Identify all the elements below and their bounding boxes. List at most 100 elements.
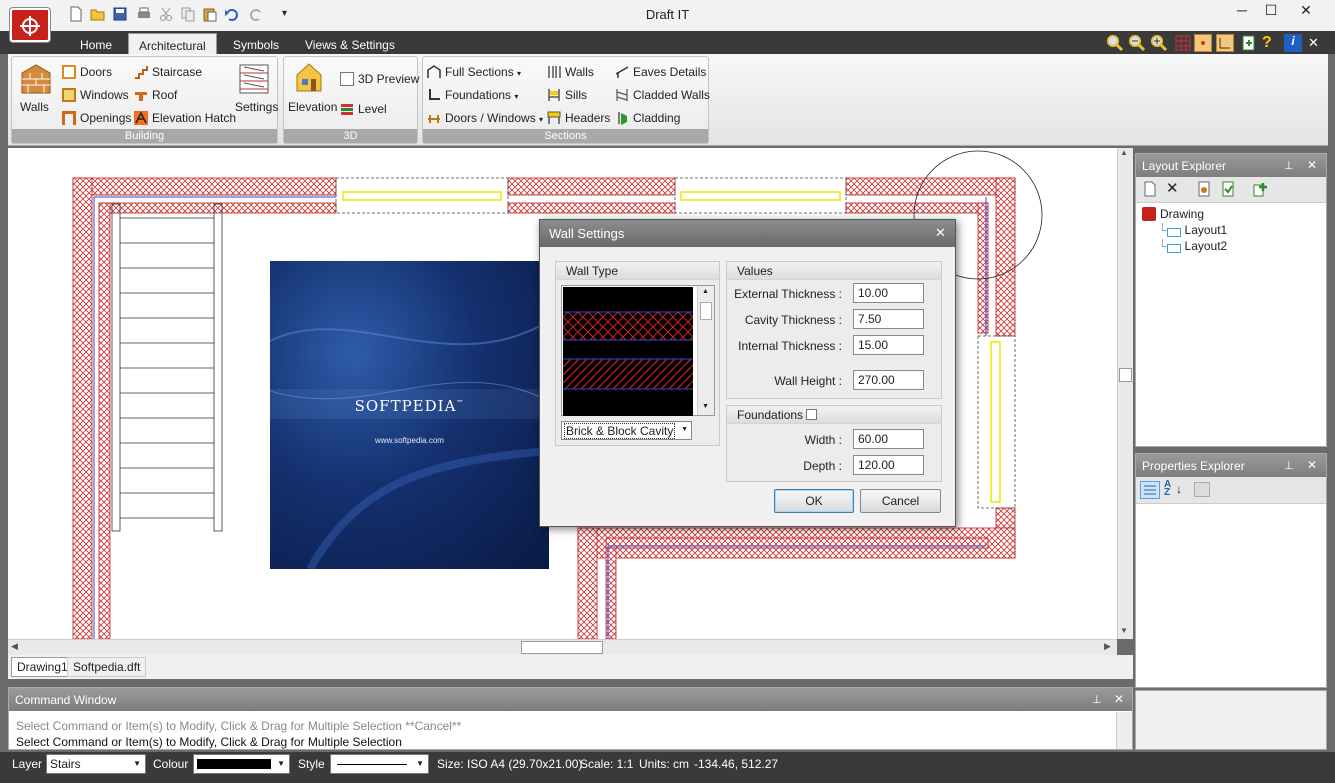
tree-item-layout2[interactable]: └ Layout2 [1158,239,1227,253]
level-button[interactable]: Level [340,102,387,116]
sort-alphabetical-icon[interactable]: AZ [1164,480,1171,498]
level-icon [340,102,354,116]
scroll-up-icon: ▲ [702,288,709,295]
close-button[interactable]: ✕ [1291,2,1321,22]
save-icon[interactable] [112,6,130,24]
external-thickness-field[interactable]: 10.00 [853,283,924,303]
horizontal-scrollbar[interactable]: ◀ ▶ [8,639,1117,655]
close-icon[interactable]: ✕ [1307,458,1317,472]
new-layout-icon[interactable] [1142,181,1158,200]
close-ribbon-icon[interactable]: ✕ [1308,35,1326,53]
scale-text: Scale: 1:1 [580,757,634,771]
command-prompt-line[interactable]: Select Command or Item(s) to Modify, Cli… [16,735,402,749]
openings-button[interactable]: Openings [62,111,131,125]
new-icon[interactable] [68,6,86,24]
tab-home[interactable]: Home [70,33,122,54]
close-icon[interactable]: ✕ [1307,158,1317,172]
elevation-hatch-button[interactable]: Elevation Hatch [134,111,236,125]
roof-button[interactable]: Roof [134,88,177,102]
layer-select[interactable]: Stairs ▼ [46,754,146,774]
external-thickness-label: External Thickness : [734,287,842,301]
snap-icon[interactable] [1194,34,1212,52]
depth-field[interactable]: 120.00 [853,455,924,475]
maximize-button[interactable]: ☐ [1256,2,1286,22]
add-layout-icon[interactable] [1252,181,1268,200]
doc-tab-softpedia[interactable]: Softpedia.dft [67,657,147,677]
paste-icon[interactable] [202,6,220,24]
pin-icon[interactable]: ⊥ [1284,459,1294,472]
tree-item-layout1[interactable]: └ Layout1 [1158,223,1227,237]
tab-architectural[interactable]: Architectural [128,33,217,54]
zoom-extents-icon[interactable] [1106,34,1124,52]
minimize-button[interactable]: ─ [1227,2,1257,22]
export-icon[interactable] [1240,34,1258,52]
copy-layout-icon[interactable] [1220,181,1236,200]
grid-icon[interactable] [1174,34,1192,52]
ortho-icon[interactable] [1216,34,1234,52]
sills-button[interactable]: Sills [547,88,587,102]
customize-icon[interactable]: ▾ [282,8,300,26]
windows-button[interactable]: Windows [62,88,129,102]
staircase-button[interactable]: Staircase [134,65,202,79]
cladding-button[interactable]: Cladding [615,111,680,125]
foundations-legend: Foundations [727,406,941,424]
wall-type-select[interactable]: Brick & Block Cavity ▼ [561,421,692,440]
cladded-walls-button[interactable]: Cladded Walls [615,88,710,102]
cavity-thickness-field[interactable]: 7.50 [853,309,924,329]
command-scrollbar[interactable] [1116,712,1132,749]
tree-root-drawing[interactable]: Drawing [1142,207,1204,221]
pin-icon[interactable]: ⊥ [1284,159,1294,172]
redo-icon[interactable] [248,6,266,24]
dialog-close-icon[interactable]: ✕ [935,225,946,241]
categorized-icon[interactable] [1140,481,1160,499]
settings-icon[interactable] [238,63,272,97]
colour-select[interactable]: ▼ [193,754,290,774]
zoom-in-icon[interactable] [1150,34,1168,52]
section-walls-button[interactable]: Walls [547,65,594,79]
copy-icon[interactable] [180,6,198,24]
wall-type-scrollbar[interactable]: ▲ ▼ [697,286,714,415]
help-icon[interactable]: ? [1262,34,1280,52]
zoom-out-icon[interactable] [1128,34,1146,52]
application-menu-button[interactable] [10,8,50,42]
elevation-icon[interactable] [294,61,326,95]
cut-icon[interactable] [158,6,176,24]
wall-height-field[interactable]: 270.00 [853,370,924,390]
delete-layout-icon[interactable]: ✕ [1166,179,1179,197]
doc-tab-drawing1[interactable]: Drawing1 [11,657,74,677]
doors-windows-button[interactable]: Doors / Windows ▾ [427,111,543,125]
tab-views-settings[interactable]: Views & Settings [295,33,405,54]
close-icon[interactable]: ✕ [1114,692,1124,706]
3d-preview-checkbox[interactable]: 3D Preview [340,72,419,86]
print-icon[interactable] [136,6,154,24]
staircase[interactable] [111,203,223,532]
elevation-button[interactable]: Elevation [288,100,337,114]
line-style-select[interactable]: ▼ [330,754,429,774]
walls-icon[interactable] [20,63,56,99]
walls-button[interactable]: Walls [20,100,49,114]
vertical-scrollbar[interactable]: ▲ ▼ [1117,148,1133,639]
page-setup-icon[interactable] [1196,181,1212,200]
internal-thickness-field[interactable]: 15.00 [853,335,924,355]
pin-icon[interactable]: ⊥ [1092,693,1102,706]
undo-icon[interactable] [224,6,242,24]
ok-button[interactable]: OK [774,489,854,513]
foundations-checkbox[interactable] [806,409,818,420]
info-icon[interactable]: i [1284,34,1302,52]
window-icon [62,88,76,102]
full-sections-button[interactable]: Full Sections ▾ [427,65,521,79]
dialog-title-bar[interactable]: Wall Settings ✕ [540,220,955,247]
line-style-swatch [337,764,407,765]
foundations-button[interactable]: Foundations ▾ [427,88,518,102]
cancel-button[interactable]: Cancel [860,489,941,513]
wall-type-preview[interactable]: ▲ ▼ [561,285,715,416]
headers-button[interactable]: Headers [547,111,610,125]
layout-toolbar: ✕ [1136,177,1326,203]
width-field[interactable]: 60.00 [853,429,924,449]
property-pages-icon[interactable] [1194,482,1210,497]
settings-button[interactable]: Settings [235,100,278,114]
doors-button[interactable]: Doors [62,65,112,79]
tab-symbols[interactable]: Symbols [223,33,289,54]
eaves-details-button[interactable]: Eaves Details [615,65,706,79]
open-icon[interactable] [90,6,108,24]
